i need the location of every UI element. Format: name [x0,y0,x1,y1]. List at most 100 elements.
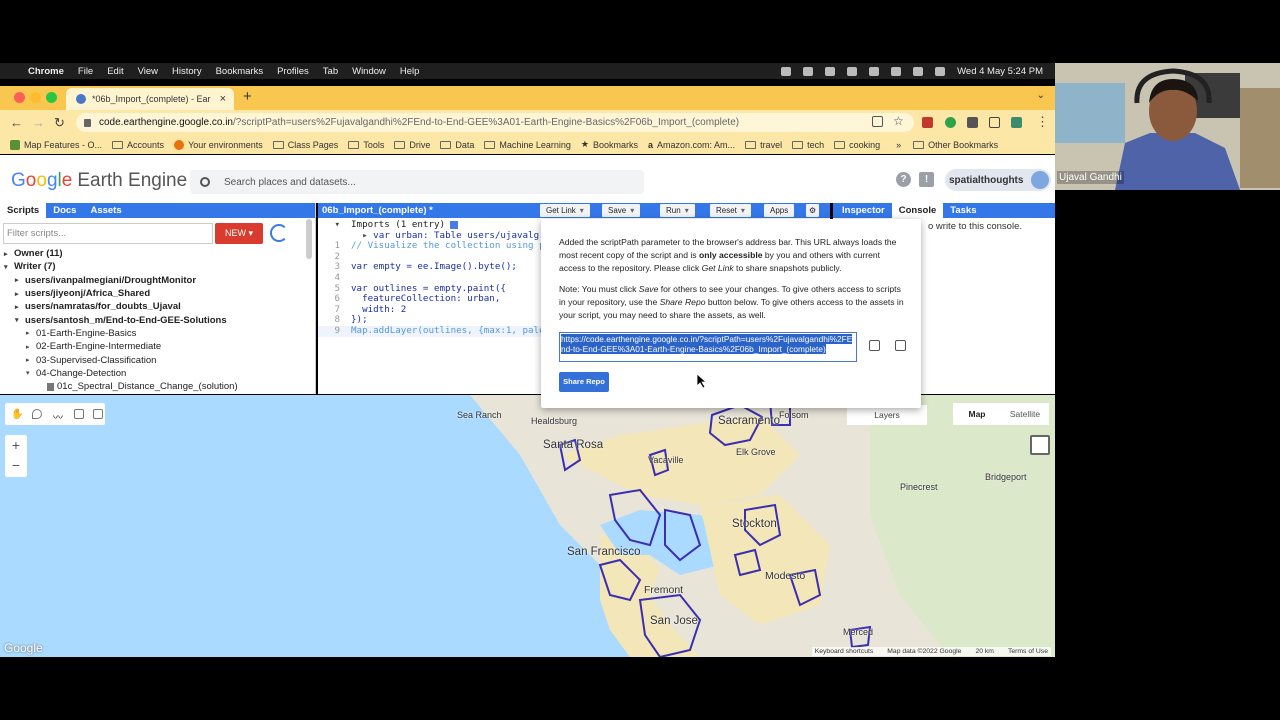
tab-docs[interactable]: Docs [46,203,83,218]
filter-scripts-input[interactable]: Filter scripts... [3,223,213,244]
bookmark-folder[interactable]: Machine Learning [484,140,571,150]
bookmark-folder[interactable]: Data [440,140,474,150]
search-input[interactable]: Search places and datasets... [190,170,644,194]
zoom-window-icon[interactable] [46,92,57,103]
feedback-icon[interactable]: ! [919,172,934,187]
save-button[interactable]: Save ▾ [602,204,641,217]
share-repo-button[interactable]: Share Repo [559,372,609,392]
forward-icon[interactable]: → [32,115,45,130]
tab-search-chevron-icon[interactable]: ⌄ [1037,90,1045,101]
tab-inspector[interactable]: Inspector [835,203,892,218]
extensions-puzzle-icon[interactable] [967,117,978,128]
user-account-chip[interactable]: spatialthoughts [945,169,1051,191]
apps-button[interactable]: Apps [764,204,795,217]
refresh-icon[interactable] [270,224,288,242]
bookmark-folder[interactable]: Tools [348,140,384,150]
menubar-clock[interactable]: Wed 4 May 5:24 PM [957,66,1043,77]
menu-file[interactable]: File [78,66,93,77]
caret-right-icon[interactable]: ▸ [26,356,36,364]
point-marker-icon[interactable] [32,409,42,419]
wifi-icon[interactable] [869,66,880,76]
menu-view[interactable]: View [138,66,158,77]
lock-icon[interactable] [84,118,91,127]
menu-app-name[interactable]: Chrome [28,66,64,77]
polygon-draw-icon[interactable] [74,409,84,419]
menu-help[interactable]: Help [400,66,420,77]
line-draw-icon[interactable]: 〰 [53,409,63,424]
bookmark-item[interactable]: Your environments [174,139,263,150]
sidepanel-icon[interactable] [989,117,1000,128]
caret-right-icon[interactable]: ▸ [15,303,25,311]
layers-button[interactable]: Layers [847,405,927,425]
menu-edit[interactable]: Edit [107,66,123,77]
status-icon[interactable] [781,66,792,76]
script-folder-item[interactable]: ▸ 02-Earth-Engine-Intermediate [0,340,305,353]
caret-right-icon[interactable]: ▸ [26,343,36,351]
menu-window[interactable]: Window [352,66,386,77]
script-folder-item[interactable]: ▸ 01-Earth-Engine-Basics [0,327,305,340]
script-folder-item[interactable]: ▸ 03-Supervised-Classification [0,353,305,366]
map-canvas[interactable]: ✋ 〰 + − Layers Map Satellite Sea Ranch H… [0,395,1055,657]
bookmark-item[interactable]: Map Features - O... [10,139,102,150]
script-folder-item[interactable]: ▸ Owner (11) [0,247,305,260]
menu-bookmarks[interactable]: Bookmarks [216,66,264,77]
close-tab-icon[interactable]: × [220,93,226,105]
bookmark-folder[interactable]: Accounts [112,140,164,150]
bookmark-folder[interactable]: Drive [394,140,430,150]
show-code-icon[interactable] [450,220,459,229]
terms-link[interactable]: Terms of Use [1008,648,1048,655]
script-url-textbox[interactable]: https://code.earthengine.google.co.in/?s… [559,332,857,362]
run-button[interactable]: Run ▾ [660,204,695,217]
script-folder-item[interactable]: ▾ 04-Change-Detection [0,367,305,380]
settings-gear-icon[interactable]: ⚙ [806,204,820,217]
menu-tab[interactable]: Tab [323,66,338,77]
script-folder-item[interactable]: ▸ users/jiyeonj/Africa_Shared [0,287,305,300]
caret-right-icon[interactable]: ▸ [15,276,25,284]
star-icon[interactable]: ☆ [893,114,904,128]
share-icon[interactable] [872,116,883,127]
bookmark-item[interactable]: a Amazon.com: Am... [648,140,735,150]
bookmark-folder[interactable]: tech [792,140,824,150]
script-folder-item[interactable]: ▾ Writer (7) [0,260,305,273]
keyboard-shortcuts-link[interactable]: Keyboard shortcuts [815,648,874,655]
tab-tasks[interactable]: Tasks [943,203,983,218]
get-link-button[interactable]: Get Link ▾ [540,204,590,217]
extension-icon[interactable] [1011,117,1022,128]
satellite-button[interactable]: Satellite [1001,403,1049,425]
reset-button[interactable]: Reset ▾ [710,204,751,217]
caret-right-icon[interactable]: ▸ [4,250,14,258]
earth-engine-logo[interactable]: Google Earth Engine [11,170,187,192]
caret-right-icon[interactable]: ▸ [15,290,25,298]
script-folder-item[interactable]: ▸ users/namratas/for_doubts_Ujaval [0,300,305,313]
script-file-item[interactable]: 01c_Spectral_Distance_Change_(solution) [0,380,305,393]
control-center-icon[interactable] [935,66,946,76]
tab-scripts[interactable]: Scripts [0,203,47,218]
new-button[interactable]: NEW ▾ [215,223,263,244]
bookmark-folder[interactable]: Other Bookmarks [913,140,998,150]
zoom-out-button[interactable]: − [5,456,27,477]
chrome-menu-icon[interactable]: ⋮ [1036,114,1049,130]
caret-down-icon[interactable]: ▾ [4,263,14,271]
browser-tab[interactable]: *06b_Import_(complete) - Ear × [66,88,234,110]
bookmark-folder[interactable]: travel [745,140,782,150]
bluetooth-icon[interactable] [891,66,902,76]
rectangle-draw-icon[interactable] [93,409,103,419]
bookmark-folder[interactable]: Class Pages [272,140,338,150]
back-icon[interactable]: ← [10,115,23,130]
status-icon[interactable] [847,66,858,76]
caret-down-icon[interactable]: ▾ [26,369,36,377]
status-icon[interactable] [825,66,836,76]
zoom-in-button[interactable]: + [5,435,27,456]
map-button[interactable]: Map [953,403,1001,425]
copy-icon[interactable] [869,340,880,351]
menu-history[interactable]: History [172,66,202,77]
minimize-window-icon[interactable] [30,92,41,103]
status-icon[interactable] [803,66,814,76]
tab-assets[interactable]: Assets [83,203,128,218]
tab-console[interactable]: Console [891,203,944,218]
close-window-icon[interactable] [14,92,25,103]
script-folder-item[interactable]: ▾ users/santosh_m/End-to-End-GEE-Solution… [0,313,305,326]
fullscreen-icon[interactable] [1030,435,1050,455]
bookmark-folder[interactable]: cooking [834,140,880,150]
scrollbar[interactable] [306,219,312,259]
